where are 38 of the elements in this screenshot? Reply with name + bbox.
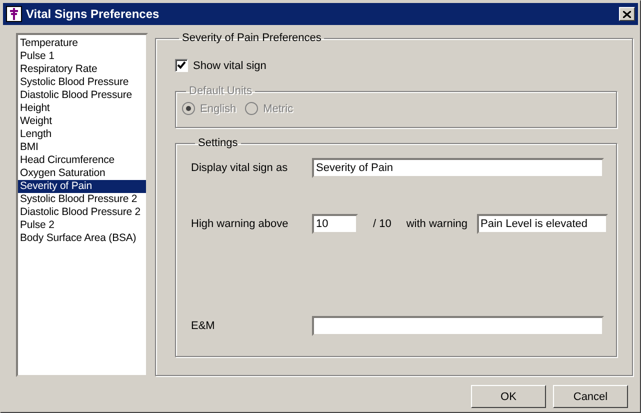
input-field[interactable]: Pain Level is elevated — [476, 214, 608, 234]
dialog-button[interactable]: Cancel — [553, 385, 628, 408]
list-item[interactable]: BMI — [18, 141, 146, 154]
group-title: Default Units — [188, 85, 253, 98]
checkbox-label: Show vital sign — [193, 60, 266, 72]
radio-label: English — [200, 102, 236, 114]
dialog-button[interactable]: OK — [471, 385, 546, 408]
group-title: Severity of Pain Preferences — [181, 32, 322, 45]
list-item[interactable]: Height — [18, 102, 146, 115]
list-item[interactable]: Pulse 1 — [18, 50, 146, 63]
list-item[interactable]: Pulse 2 — [18, 219, 146, 232]
input-field[interactable] — [312, 316, 604, 336]
input-field[interactable]: 10 — [312, 214, 358, 234]
list-item[interactable]: Severity of Pain — [18, 180, 146, 193]
scale-label: / 10 — [373, 218, 392, 230]
list-item[interactable]: Length — [18, 128, 146, 141]
field-label: High warning above — [191, 218, 290, 230]
radio-label: Metric — [263, 102, 294, 114]
group-title: Settings — [197, 137, 239, 150]
field-label: E&M — [191, 320, 216, 332]
list-item[interactable]: Systolic Blood Pressure — [18, 76, 146, 89]
list-item[interactable]: Diastolic Blood Pressure 2 — [18, 206, 146, 219]
list-item[interactable]: Oxygen Saturation — [18, 167, 146, 180]
close-icon — [623, 10, 631, 18]
cross-icon — [6, 6, 22, 22]
close-button[interactable] — [619, 7, 635, 21]
list-item[interactable]: Weight — [18, 115, 146, 128]
list-item[interactable]: Diastolic Blood Pressure — [18, 89, 146, 102]
field-label: with warning — [406, 218, 468, 230]
list-item[interactable]: Temperature — [18, 37, 146, 50]
window-title: Vital Signs Preferences — [26, 7, 160, 21]
field-label: Display vital sign as — [191, 162, 289, 174]
checkbox[interactable] — [175, 59, 188, 72]
list-item[interactable]: Head Circumference — [18, 154, 146, 167]
list-item[interactable]: Body Surface Area (BSA) — [18, 232, 146, 245]
input-field[interactable]: Severity of Pain — [312, 158, 604, 178]
list-item[interactable]: Systolic Blood Pressure 2 — [18, 193, 146, 206]
list-item[interactable]: Respiratory Rate — [18, 63, 146, 76]
